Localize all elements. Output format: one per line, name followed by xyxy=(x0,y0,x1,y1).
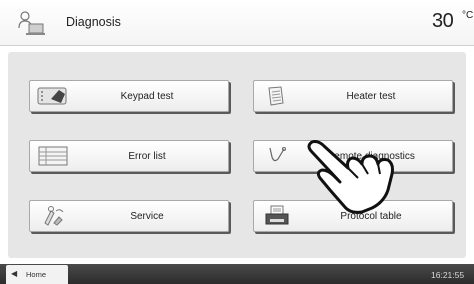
service-button[interactable]: Service xyxy=(29,200,229,232)
footer-bar: ◀ Home 16:21:55 xyxy=(0,264,474,284)
keypad-test-label: Keypad test xyxy=(120,91,174,102)
list-icon xyxy=(38,146,68,166)
page-title: Diagnosis xyxy=(66,15,121,29)
stethoscope-icon xyxy=(269,147,286,162)
temperature-unit: °C xyxy=(462,10,474,21)
temperature-value: 30 xyxy=(432,10,454,32)
person-monitor-icon xyxy=(18,11,45,35)
error-list-button[interactable]: Error list xyxy=(29,140,229,172)
heater-test-button[interactable]: Heater test xyxy=(253,80,453,112)
header-bar: Diagnosis 30 °C xyxy=(0,0,474,46)
clock-time: 16:21:55 xyxy=(431,270,465,280)
service-tools-icon xyxy=(44,206,64,226)
home-button[interactable]: ◀ Home xyxy=(6,265,68,284)
printer-icon xyxy=(265,205,289,225)
keypad-test-button[interactable]: Keypad test xyxy=(29,80,229,112)
back-arrow-icon: ◀ xyxy=(11,269,18,278)
keypad-icon xyxy=(37,87,67,105)
service-label: Service xyxy=(130,211,164,222)
home-label: Home xyxy=(26,270,47,279)
heater-test-label: Heater test xyxy=(346,91,396,102)
heater-icon xyxy=(268,86,284,106)
error-list-label: Error list xyxy=(128,151,166,162)
pointing-hand-icon xyxy=(307,140,394,214)
